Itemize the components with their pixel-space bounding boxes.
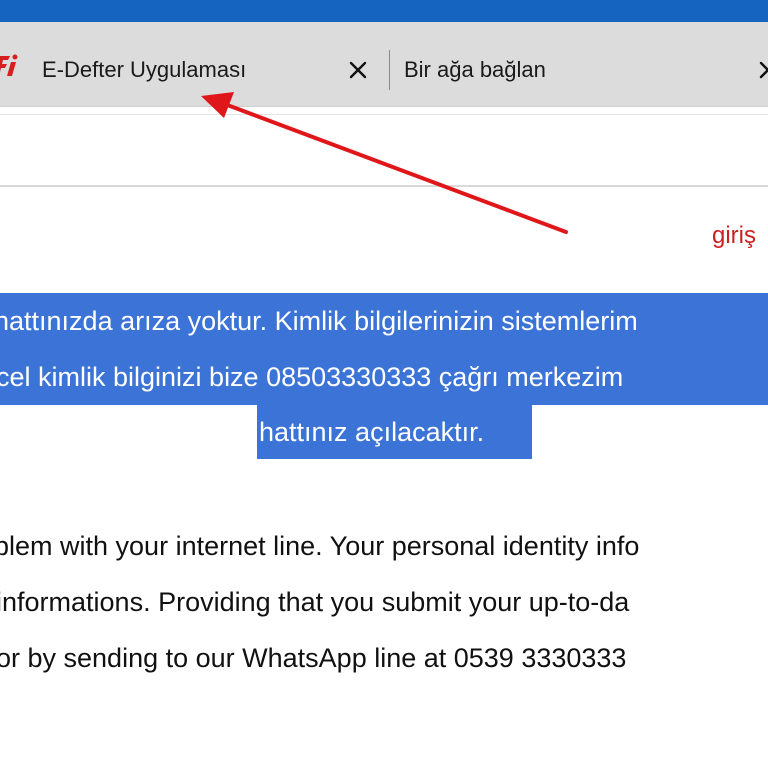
turkish-line-3: hattınız açılacaktır. [259,417,485,447]
screenshot-stage: E-Defter Uygulaması Bir ağa bağlan giriş… [0,0,768,768]
browser-tab-bar: E-Defter Uygulaması Bir ağa bağlan [0,22,768,107]
tab-network-connect-title[interactable]: Bir ağa bağlan [404,57,546,83]
english-line-3: or by sending to our WhatsApp line at 05… [0,643,627,673]
turkish-line-2: cel kimlik bilginizi bize 08503330333 ça… [0,362,624,392]
tab-e-defter-title[interactable]: E-Defter Uygulaması [42,57,246,83]
highlighted-text-line-2: cel kimlik bilginizi bize 08503330333 ça… [0,349,768,405]
english-line-1: blem with your internet line. Your perso… [0,531,640,561]
close-tab-icon-2[interactable] [756,58,768,82]
highlighted-text-line-3: hattınız açılacaktır. [257,405,532,459]
window-title-bar [0,0,768,22]
english-line-2: informations. Providing that you submit … [0,587,630,617]
brand-favicon-icon [0,54,18,76]
turkish-line-1: hattınızda arıza yoktur. Kimlik bilgiler… [0,306,638,336]
address-bar-area[interactable] [0,107,768,187]
highlighted-text-line-1: hattınızda arıza yoktur. Kimlik bilgiler… [0,293,768,349]
annotation-label: giriş [712,222,757,249]
toolbar-separator [0,114,768,115]
tab-divider [389,50,390,90]
page-content [0,187,768,768]
close-tab-icon[interactable] [346,58,370,82]
